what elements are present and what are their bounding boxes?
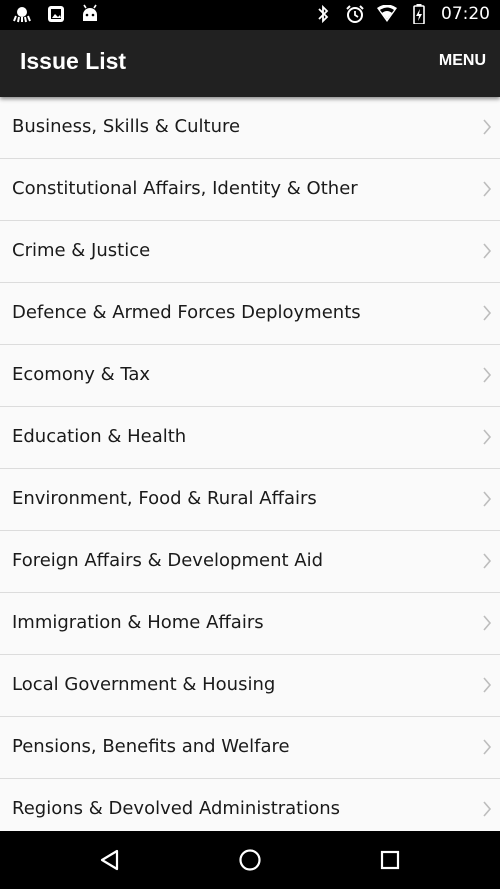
list-item-label: Local Government & Housing xyxy=(12,674,276,695)
chevron-right-icon xyxy=(483,367,492,383)
chevron-right-icon xyxy=(483,739,492,755)
list-item[interactable]: Business, Skills & Culture xyxy=(0,97,500,159)
list-item[interactable]: Education & Health xyxy=(0,407,500,469)
android-icon xyxy=(80,4,100,24)
list-item-label: Business, Skills & Culture xyxy=(12,116,241,137)
list-item-label: Education & Health xyxy=(12,426,187,447)
list-item[interactable]: Ecomony & Tax xyxy=(0,345,500,407)
home-icon[interactable] xyxy=(238,848,262,872)
chevron-right-icon xyxy=(483,615,492,631)
chevron-right-icon xyxy=(483,801,492,817)
photo-frame-icon xyxy=(46,4,66,24)
recents-icon[interactable] xyxy=(378,848,402,872)
list-item[interactable]: Crime & Justice xyxy=(0,221,500,283)
page-title: Issue List xyxy=(20,48,127,74)
chevron-right-icon xyxy=(483,243,492,259)
navigation-bar xyxy=(0,831,500,889)
back-icon[interactable] xyxy=(98,848,122,872)
list-item[interactable]: Defence & Armed Forces Deployments xyxy=(0,283,500,345)
chevron-right-icon xyxy=(483,553,492,569)
list-item[interactable]: Constitutional Affairs, Identity & Other xyxy=(0,159,500,221)
issue-list: Business, Skills & Culture Constitutiona… xyxy=(0,97,500,831)
list-item-label: Regions & Devolved Administrations xyxy=(12,798,341,819)
chevron-right-icon xyxy=(483,491,492,507)
list-item[interactable]: Environment, Food & Rural Affairs xyxy=(0,469,500,531)
octopus-icon xyxy=(12,4,32,24)
chevron-right-icon xyxy=(483,305,492,321)
menu-button[interactable]: MENU xyxy=(439,52,486,70)
alarm-icon xyxy=(345,4,365,24)
chevron-right-icon xyxy=(483,677,492,693)
list-item-label: Foreign Affairs & Development Aid xyxy=(12,550,324,571)
list-item-label: Immigration & Home Affairs xyxy=(12,612,264,633)
list-item-label: Defence & Armed Forces Deployments xyxy=(12,302,361,323)
list-item[interactable]: Pensions, Benefits and Welfare xyxy=(0,717,500,779)
bluetooth-icon xyxy=(313,4,333,24)
list-item[interactable]: Local Government & Housing xyxy=(0,655,500,717)
status-time: 07:20 xyxy=(441,4,490,24)
system-icons: 07:20 xyxy=(313,4,490,24)
list-item-label: Crime & Justice xyxy=(12,240,151,261)
list-item-label: Ecomony & Tax xyxy=(12,364,151,385)
chevron-right-icon xyxy=(483,429,492,445)
list-item-label: Environment, Food & Rural Affairs xyxy=(12,488,317,509)
battery-charging-icon xyxy=(409,4,429,24)
chevron-right-icon xyxy=(483,119,492,135)
list-item-label: Pensions, Benefits and Welfare xyxy=(12,736,290,757)
chevron-right-icon xyxy=(483,181,492,197)
list-item[interactable]: Regions & Devolved Administrations xyxy=(0,779,500,831)
app-bar: Issue List MENU xyxy=(0,30,500,97)
list-item[interactable]: Immigration & Home Affairs xyxy=(0,593,500,655)
notification-icons xyxy=(12,4,100,24)
list-item-label: Constitutional Affairs, Identity & Other xyxy=(12,178,358,199)
list-item[interactable]: Foreign Affairs & Development Aid xyxy=(0,531,500,593)
wifi-icon xyxy=(377,4,397,24)
status-bar: 07:20 xyxy=(0,0,500,30)
